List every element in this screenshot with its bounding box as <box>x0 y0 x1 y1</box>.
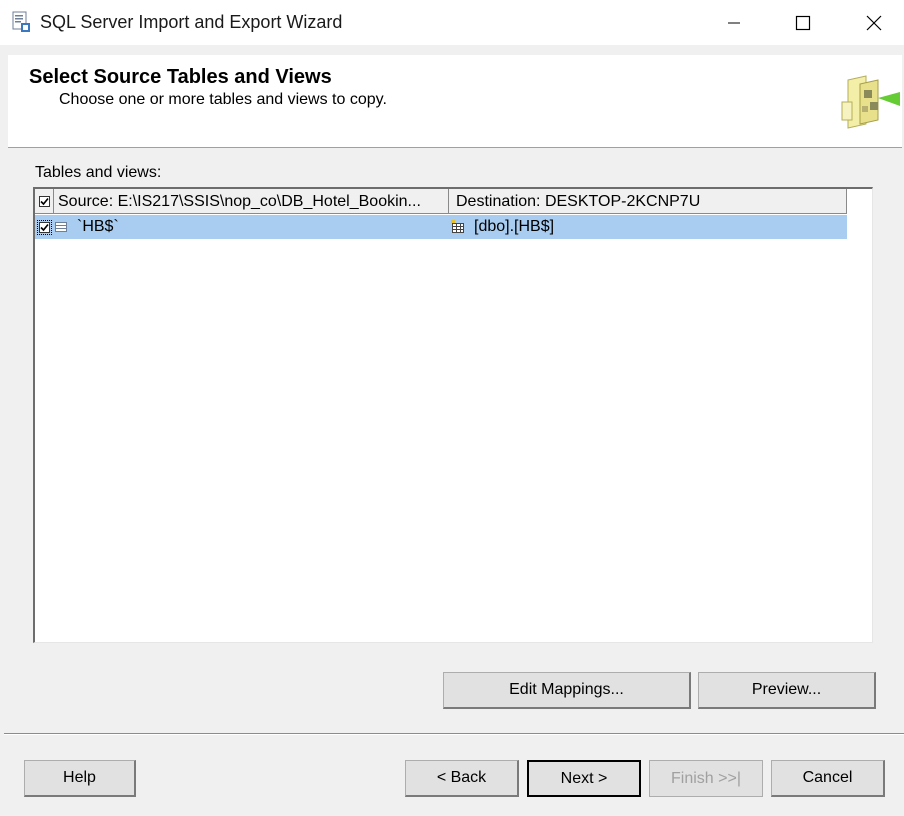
wizard-header: Select Source Tables and Views Choose on… <box>8 55 902 148</box>
app-icon <box>12 11 30 32</box>
destination-table-name: [dbo].[HB$] <box>474 218 555 235</box>
cancel-button[interactable]: Cancel <box>771 760 885 797</box>
minimize-icon <box>728 22 740 23</box>
destination-column-header[interactable]: Destination: DESKTOP-2KCNP7U <box>449 189 847 214</box>
footer-separator <box>4 733 904 735</box>
source-column-header[interactable]: Source: E:\IS217\SSIS\nop_co\DB_Hotel_Bo… <box>54 189 449 214</box>
table-icon <box>55 222 67 232</box>
header-checkbox-cell[interactable] <box>35 189 54 214</box>
checkmark-icon <box>40 223 49 232</box>
row-checkbox[interactable] <box>37 220 52 235</box>
minimize-button[interactable] <box>711 0 757 45</box>
tables-views-label: Tables and views: <box>35 164 162 181</box>
select-all-checkbox[interactable] <box>39 196 50 207</box>
window-title: SQL Server Import and Export Wizard <box>40 12 343 32</box>
edit-mappings-button[interactable]: Edit Mappings... <box>443 672 691 709</box>
help-button[interactable]: Help <box>24 760 136 797</box>
close-icon <box>866 15 882 30</box>
page-title: Select Source Tables and Views <box>29 66 332 88</box>
source-table-name: `HB$` <box>77 218 119 235</box>
title-bar: SQL Server Import and Export Wizard <box>0 0 904 45</box>
page-subtitle: Choose one or more tables and views to c… <box>59 91 387 108</box>
table-row[interactable]: `HB$` [dbo].[HB$] <box>35 215 847 239</box>
tables-grid[interactable]: Source: E:\IS217\SSIS\nop_co\DB_Hotel_Bo… <box>33 187 873 643</box>
maximize-icon <box>795 15 811 30</box>
preview-button[interactable]: Preview... <box>698 672 876 709</box>
checkmark-icon <box>40 197 49 206</box>
maximize-button[interactable] <box>780 0 826 45</box>
close-button[interactable] <box>851 0 897 45</box>
new-table-icon <box>451 220 464 233</box>
wizard-graphic-icon <box>841 75 900 129</box>
back-button[interactable]: < Back <box>405 760 519 797</box>
next-button[interactable]: Next > <box>527 760 641 797</box>
finish-button: Finish >>| <box>649 760 763 797</box>
